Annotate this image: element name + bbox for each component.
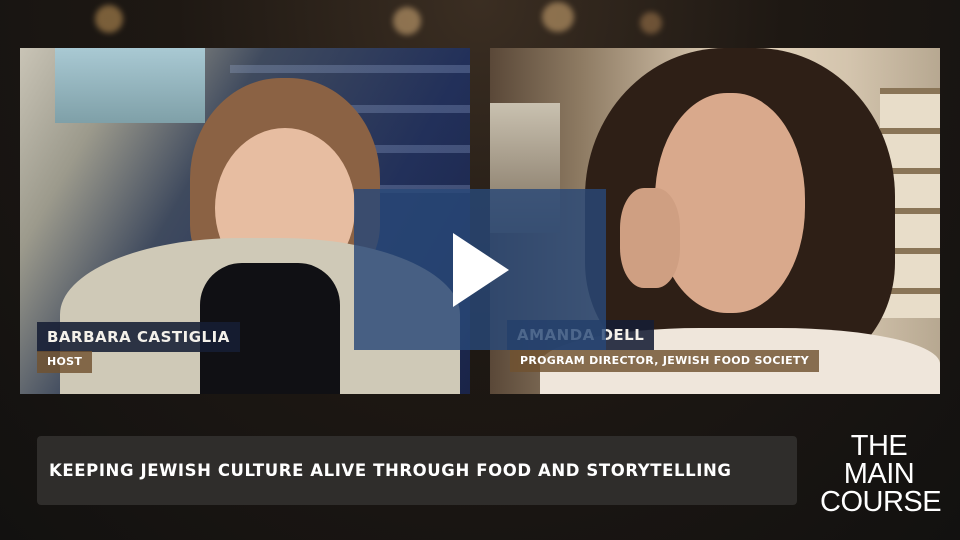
host-role-tag: HOST: [37, 351, 93, 373]
bokeh-light: [95, 5, 123, 33]
episode-title: KEEPING JEWISH CULTURE ALIVE THROUGH FOO…: [49, 461, 732, 480]
logo-line-3: COURSE: [820, 486, 942, 518]
play-button[interactable]: [354, 189, 606, 350]
guest-face: [655, 93, 805, 313]
bokeh-light: [542, 2, 574, 32]
the-main-course-logo: THE MAIN COURSE: [820, 430, 942, 518]
caption-bar: KEEPING JEWISH CULTURE ALIVE THROUGH FOO…: [37, 436, 797, 505]
play-icon: [453, 233, 509, 307]
bokeh-light: [640, 12, 662, 34]
guest-role-tag: PROGRAM DIRECTOR, JEWISH FOOD SOCIETY: [510, 350, 819, 372]
bokeh-light: [393, 7, 421, 35]
guest-hand: [620, 188, 680, 288]
window-background: [55, 48, 205, 123]
logo-line-2: MAIN: [843, 458, 915, 490]
logo-line-1: THE: [850, 430, 908, 462]
host-name-tag: BARBARA CASTIGLIA: [37, 322, 240, 352]
